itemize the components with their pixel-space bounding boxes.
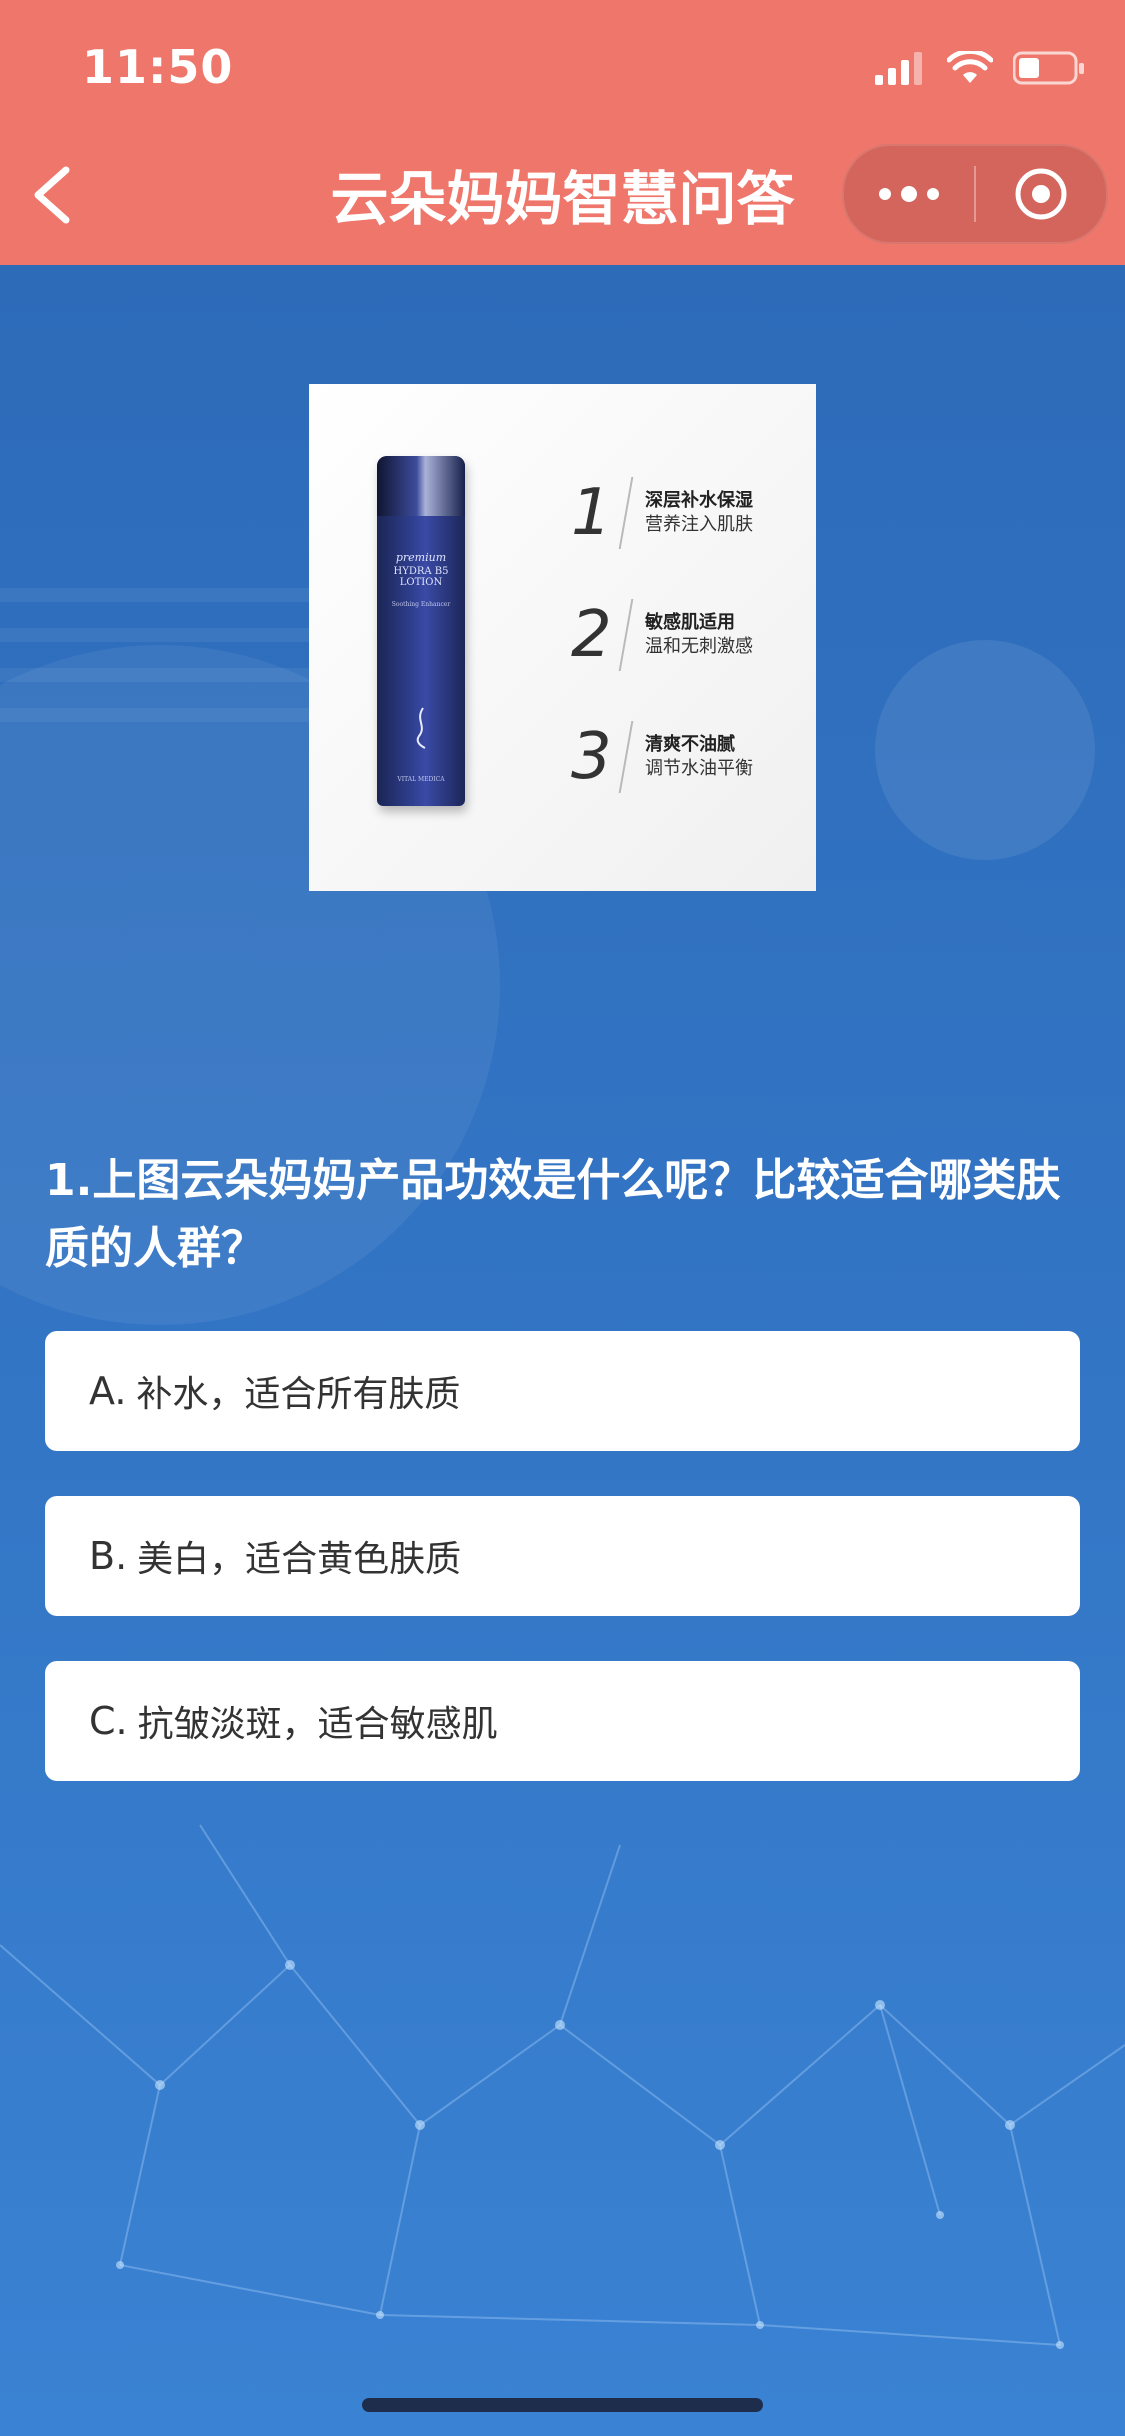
- option-letter: B.: [89, 1534, 128, 1578]
- feature-title: 深层补水保湿: [645, 490, 753, 511]
- product-image: premium HYDRA B5 LOTION Soothing Enhance…: [309, 384, 816, 891]
- option-label: 补水，适合所有肤质: [136, 1374, 461, 1415]
- top-bar: 11:50 云朵妈妈智慧问答: [0, 0, 1125, 265]
- feature-2: 2 敏感肌适用 温和无刺激感: [571, 598, 753, 672]
- feature-number: 2: [571, 598, 612, 672]
- option-letter: C.: [89, 1699, 128, 1743]
- mini-program-capsule: [842, 144, 1108, 244]
- more-button[interactable]: [844, 146, 974, 242]
- feature-divider: [618, 721, 634, 793]
- bottle-cap: [377, 456, 465, 516]
- battery-icon: [1013, 51, 1084, 85]
- wifi-icon: [947, 51, 993, 83]
- option-c[interactable]: C. 抗皱淡斑，适合敏感肌: [45, 1661, 1080, 1781]
- feature-subtitle: 调节水油平衡: [645, 758, 753, 779]
- status-icons: [875, 48, 1085, 88]
- bottle-text-product: HYDRA B5 LOTION: [393, 566, 449, 588]
- status-time: 11:50: [82, 40, 234, 94]
- option-label: 美白，适合黄色肤质: [137, 1539, 462, 1580]
- bottle-text-premium: premium: [395, 551, 447, 564]
- signal-icon: [875, 52, 922, 85]
- feature-3: 3 清爽不油腻 调节水油平衡: [571, 720, 753, 794]
- close-button[interactable]: [976, 146, 1106, 242]
- swirl-logo-icon: [416, 707, 426, 749]
- home-indicator[interactable]: [362, 2398, 763, 2412]
- bottle-text-brand: VITAL MEDICA: [397, 776, 445, 783]
- more-dots-icon: [879, 188, 891, 200]
- feature-subtitle: 温和无刺激感: [645, 636, 753, 657]
- feature-1: 1 深层补水保湿 营养注入肌肤: [571, 476, 753, 550]
- lotion-bottle: premium HYDRA B5 LOTION Soothing Enhance…: [377, 456, 465, 806]
- feature-title: 敏感肌适用: [645, 612, 735, 633]
- feature-number: 1: [571, 476, 612, 550]
- option-a[interactable]: A. 补水，适合所有肤质: [45, 1331, 1080, 1451]
- option-b[interactable]: B. 美白，适合黄色肤质: [45, 1496, 1080, 1616]
- feature-divider: [618, 599, 634, 671]
- question-text: 1.上图云朵妈妈产品功效是什么呢？比较适合哪类肤质的人群？: [45, 1155, 1061, 1274]
- feature-title: 清爽不油腻: [645, 734, 735, 755]
- feature-divider: [618, 477, 634, 549]
- bottle-text-subtitle: Soothing Enhancer: [391, 601, 451, 608]
- feature-subtitle: 营养注入肌肤: [645, 514, 753, 535]
- target-close-icon: [1015, 168, 1067, 220]
- feature-number: 3: [571, 720, 612, 794]
- option-label: 抗皱淡斑，适合敏感肌: [137, 1704, 498, 1745]
- option-letter: A.: [89, 1369, 127, 1413]
